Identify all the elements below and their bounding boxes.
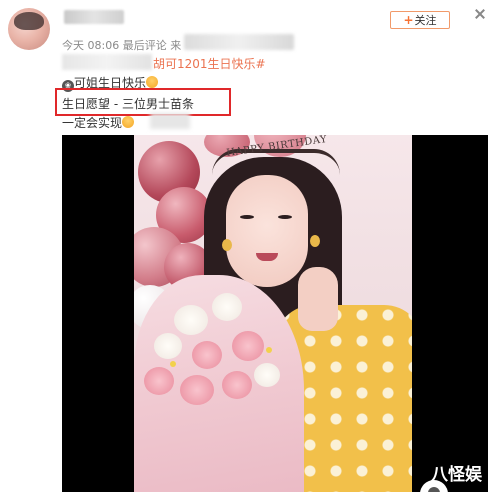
plus-icon: + <box>403 13 414 27</box>
line3-text: 一定会实现 <box>62 116 123 130</box>
mouth <box>256 253 278 261</box>
close-icon[interactable] <box>474 8 486 20</box>
flower <box>170 361 176 367</box>
eye <box>278 215 292 219</box>
follow-button[interactable]: + 关注 <box>390 11 450 29</box>
bouquet <box>134 275 304 492</box>
user-avatar[interactable] <box>8 8 50 50</box>
video-player[interactable]: HAPPY BIRTHDAY 八怪娱 <box>62 135 488 492</box>
hashtag-prefix-blurred <box>62 54 152 70</box>
earring <box>310 235 320 247</box>
flower <box>254 363 280 387</box>
flower <box>212 293 242 321</box>
hand <box>298 267 338 331</box>
video-frame: HAPPY BIRTHDAY <box>134 135 412 492</box>
highlight-box <box>55 88 231 116</box>
flower <box>232 331 264 361</box>
flower <box>154 333 182 359</box>
flower <box>174 305 208 335</box>
follow-label: 关注 <box>414 14 437 27</box>
hashtag-link[interactable]: 胡可1201生日快乐# <box>153 55 266 72</box>
smile-emoji-icon <box>146 76 159 88</box>
line3-blurred <box>150 113 190 129</box>
flower <box>192 341 222 369</box>
flower <box>144 367 174 395</box>
earring <box>222 239 232 251</box>
face <box>226 175 308 287</box>
post-meta-time: 今天 08:06 最后评论 来 <box>62 39 182 52</box>
meta-source-blurred <box>184 34 294 50</box>
flower <box>266 347 272 353</box>
laugh-emoji-icon <box>122 116 135 128</box>
username-blurred[interactable] <box>64 10 124 24</box>
flower <box>222 371 252 399</box>
flower <box>180 375 214 405</box>
post-text-line-3: 一定会实现 <box>62 114 135 131</box>
eye <box>240 215 254 219</box>
